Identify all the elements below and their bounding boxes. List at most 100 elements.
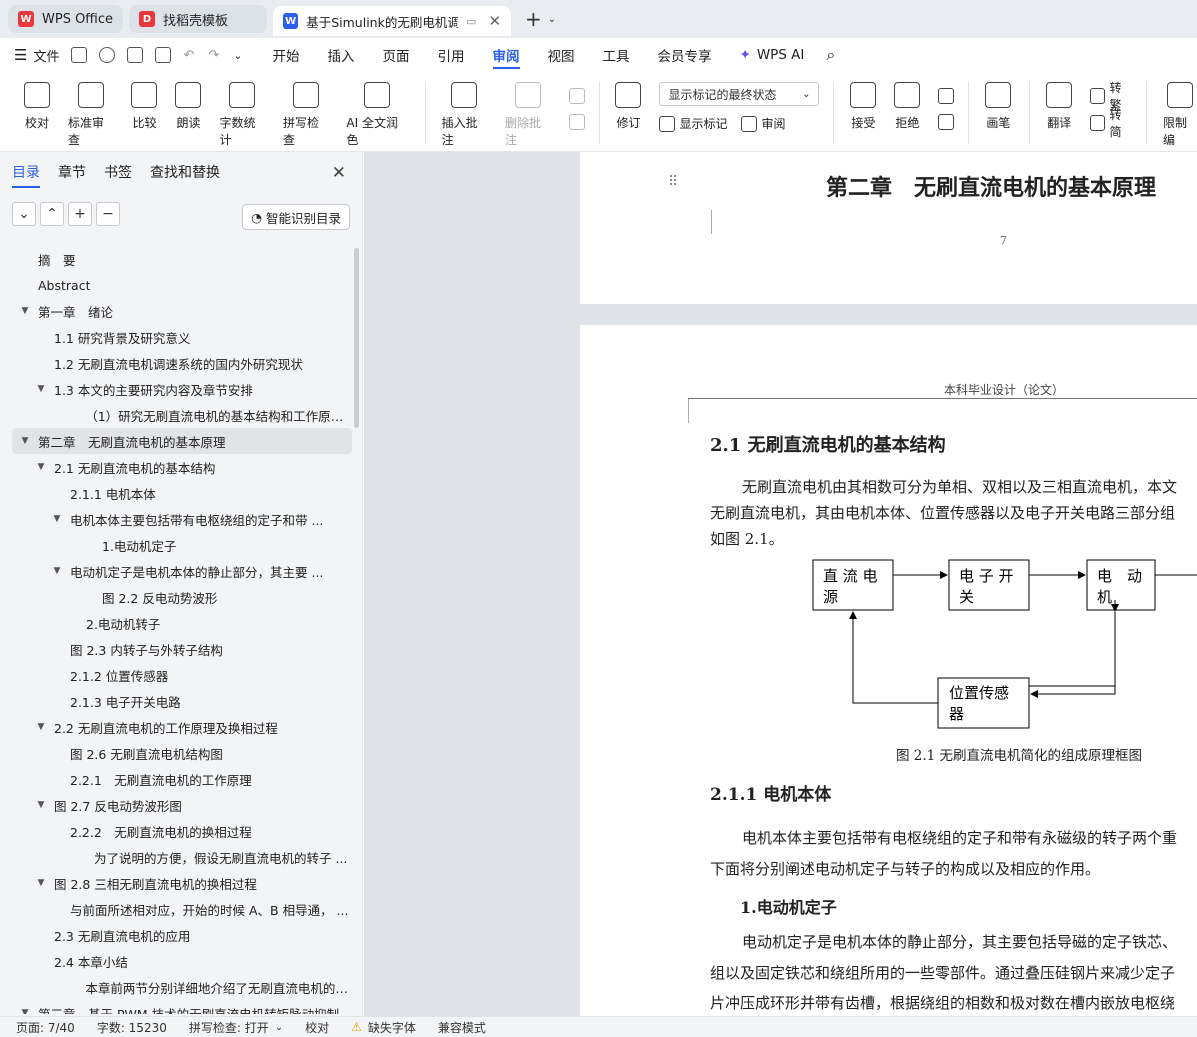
wps-ai-button[interactable]: ✦ WPS AI	[740, 38, 805, 72]
toc-item[interactable]: ▼ 2.1 无刷直流电机的基本结构	[12, 454, 352, 480]
tab-document[interactable]: W 基于Simulink的无刷电机调速 ▭ ✕	[273, 6, 512, 36]
toc-item[interactable]: 2.3 无刷直流电机的应用	[12, 922, 352, 948]
tab-review[interactable]: 审阅	[492, 38, 520, 72]
revise-button[interactable]: 修订	[615, 82, 642, 131]
toc-item[interactable]: 为了说明的方便，假设无刷直流电机的转子 ...	[12, 844, 352, 870]
chevron-down-icon[interactable]: ⌄	[548, 14, 556, 25]
search-icon[interactable]: ⌕	[826, 45, 835, 65]
expand-arrow-icon[interactable]: ▼	[34, 878, 48, 888]
toc-item[interactable]: 图 2.2 反电动势波形	[12, 584, 352, 610]
document-canvas[interactable]: ⠿ 第二章 无刷直流电机的基本原理 7 本科毕业设计（论文） 2.1 无刷直流电…	[364, 152, 1197, 1016]
review-pane-button[interactable]: 审阅	[761, 115, 785, 132]
toc-item[interactable]: ▼ 图 2.7 反电动势波形图	[12, 792, 352, 818]
expand-arrow-icon[interactable]: ▼	[50, 514, 64, 524]
file-menu[interactable]: ☰ 文件	[14, 46, 59, 65]
tab-bookmarks[interactable]: 书签	[104, 154, 132, 190]
standard-review-button[interactable]: 标准审查	[68, 82, 113, 148]
toc-item[interactable]: 与前面所述相对应，开始的时候 A、B 相导通， ...	[12, 896, 352, 922]
new-tab-icon[interactable]: +	[525, 7, 542, 31]
tab-references[interactable]: 引用	[438, 38, 465, 72]
tab-templates[interactable]: D 找稻壳模板	[129, 5, 268, 33]
show-markup-button[interactable]: 显示标记	[679, 115, 727, 132]
drag-handle-icon[interactable]: ⠿	[668, 174, 678, 190]
toc-item[interactable]: 图 2.3 内转子与外转子结构	[12, 636, 352, 662]
toc-item[interactable]: ▼ 2.2 无刷直流电机的工作原理及换相过程	[12, 714, 352, 740]
print-icon[interactable]	[127, 47, 144, 63]
chevron-down-icon[interactable]: ⌄	[233, 49, 242, 62]
restrict-edit-button[interactable]: 限制编	[1163, 82, 1197, 148]
toc-item[interactable]: Abstract	[12, 272, 352, 298]
to-simplified-button[interactable]: 转简	[1090, 108, 1132, 139]
toc-item[interactable]: ▼ 1.3 本文的主要研究内容及章节安排	[12, 376, 352, 402]
toc-item[interactable]: 1.1 研究背景及研究意义	[12, 324, 352, 350]
toc-item[interactable]: ▼ 电动机定子是电机本体的静止部分，其主要 ...	[12, 558, 352, 584]
translate-button[interactable]: 翻译	[1046, 82, 1073, 131]
scrollbar[interactable]	[354, 248, 359, 428]
toc-item[interactable]: 2.电动机转子	[12, 610, 352, 636]
remove-icon[interactable]: −	[96, 202, 120, 226]
redo-icon[interactable]: ↷	[208, 48, 219, 63]
toc-item[interactable]: 1.电动机定子	[12, 532, 352, 558]
word-count[interactable]: 字数: 15230	[97, 1019, 167, 1036]
next-change-icon[interactable]	[938, 114, 955, 130]
tab-find-replace[interactable]: 查找和替换	[150, 154, 220, 190]
toc-item[interactable]: ▼ 第一章 绪论	[12, 298, 352, 324]
spell-check-status[interactable]: 拼写检查: 打开 ⌄	[189, 1019, 283, 1036]
accept-button[interactable]: 接受	[850, 82, 877, 131]
expand-arrow-icon[interactable]: ▼	[34, 462, 48, 472]
toc-item[interactable]: 2.1.1 电机本体	[12, 480, 352, 506]
tab-wps-office[interactable]: W WPS Office	[8, 5, 124, 33]
expand-arrow-icon[interactable]: ▼	[50, 566, 64, 576]
toc-item[interactable]: 2.2.2 无刷直流电机的换相过程	[12, 818, 352, 844]
toc-item[interactable]: 2.1.3 电子开关电路	[12, 688, 352, 714]
toc-item[interactable]: 摘 要	[12, 246, 352, 272]
prev-change-icon[interactable]	[938, 88, 955, 104]
next-comment-icon[interactable]	[568, 114, 585, 130]
reject-button[interactable]: 拒绝	[894, 82, 921, 131]
export-icon[interactable]	[99, 47, 116, 63]
compare-button[interactable]: 比较	[131, 82, 158, 131]
insert-comment-button[interactable]: 插入批注	[442, 82, 487, 148]
collapse-icon[interactable]: ⌄	[12, 202, 36, 226]
proofread-button[interactable]: 校对	[24, 82, 50, 131]
close-icon[interactable]: ✕	[332, 163, 346, 183]
close-icon[interactable]: ✕	[488, 12, 501, 30]
toc-item[interactable]: ▼ 图 2.8 三相无刷直流电机的换相过程	[12, 870, 352, 896]
toc-item[interactable]: 2.1.2 位置传感器	[12, 662, 352, 688]
toc-item[interactable]: ▼ 第二章 无刷直流电机的基本原理	[12, 428, 352, 454]
toc-item[interactable]: 2.4 本章小结	[12, 948, 352, 974]
expand-icon[interactable]: ⌃	[40, 202, 64, 226]
expand-arrow-icon[interactable]: ▼	[34, 384, 48, 394]
expand-arrow-icon[interactable]: ▼	[34, 722, 48, 732]
add-icon[interactable]: +	[68, 202, 92, 226]
word-count-button[interactable]: 字数统计	[219, 82, 264, 148]
tab-member[interactable]: 会员专享	[658, 38, 712, 72]
smart-toc-button[interactable]: ◔ 智能识别目录	[242, 204, 350, 230]
monitor-icon[interactable]: ▭	[466, 15, 476, 28]
tab-tools[interactable]: 工具	[603, 38, 630, 72]
tab-home[interactable]: 开始	[273, 38, 300, 72]
toc-item[interactable]: 2.2.1 无刷直流电机的工作原理	[12, 766, 352, 792]
read-aloud-button[interactable]: 朗读	[175, 82, 202, 131]
tab-insert[interactable]: 插入	[328, 38, 355, 72]
expand-arrow-icon[interactable]: ▼	[18, 436, 32, 446]
undo-icon[interactable]: ↶	[183, 48, 194, 63]
ai-polish-button[interactable]: AI 全文润色	[346, 82, 406, 148]
tab-toc[interactable]: 目录	[12, 154, 40, 190]
expand-arrow-icon[interactable]: ▼	[18, 306, 32, 316]
tab-sections[interactable]: 章节	[58, 154, 86, 190]
spell-check-button[interactable]: 拼写检查	[283, 82, 328, 148]
tab-page[interactable]: 页面	[383, 38, 410, 72]
expand-arrow-icon[interactable]: ▼	[34, 800, 48, 810]
missing-font-status[interactable]: ⚠ 缺失字体	[351, 1019, 416, 1036]
save-icon[interactable]	[71, 47, 88, 63]
page-indicator[interactable]: 页面: 7/40	[16, 1019, 75, 1036]
print-preview-icon[interactable]	[155, 47, 172, 63]
display-mode-select[interactable]: 显示标记的最终状态 ⌄	[659, 82, 820, 106]
toc-item[interactable]: 图 2.6 无刷直流电机结构图	[12, 740, 352, 766]
expand-arrow-icon[interactable]: ▼	[18, 1008, 32, 1014]
tab-view[interactable]: 视图	[548, 38, 575, 72]
toc-item[interactable]: ▼ 电机本体主要包括带有电枢绕组的定子和带 ...	[12, 506, 352, 532]
toc-item[interactable]: ▼ 第三章 基于 PWM 技术的无刷直流电机转矩脉动抑制	[12, 1000, 352, 1015]
toc-item[interactable]: 本章前两节分别详细地介绍了无刷直流电机的结 ...	[12, 974, 352, 1000]
